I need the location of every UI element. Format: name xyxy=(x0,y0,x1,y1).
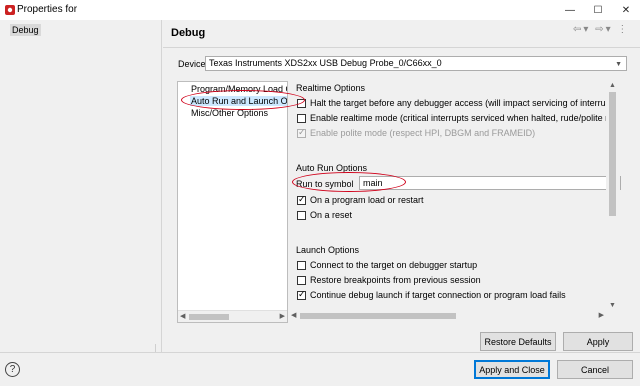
device-value: Texas Instruments XDS2xx USB Debug Probe… xyxy=(209,58,442,68)
category-tree: Program/Memory Load O Auto Run and Launc… xyxy=(177,81,288,323)
scroll-right-icon[interactable]: ▶ xyxy=(280,312,285,320)
window-title: Properties for xyxy=(17,4,78,15)
connect-on-startup-option[interactable]: Connect to the target on debugger startu… xyxy=(297,260,477,270)
options-panel: Realtime Options Halt the target before … xyxy=(289,81,621,323)
option-label: Enable realtime mode (critical interrupt… xyxy=(310,113,618,123)
options-horizontal-scrollbar[interactable]: ◀ ▶ xyxy=(289,310,606,322)
checkbox xyxy=(297,127,306,138)
checkbox[interactable] xyxy=(297,194,306,205)
device-select[interactable]: Texas Instruments XDS2xx USB Debug Probe… xyxy=(205,56,627,71)
app-icon xyxy=(5,5,15,15)
forward-icon[interactable]: ⇨▾ xyxy=(595,24,612,35)
run-to-symbol-input[interactable]: main xyxy=(359,176,621,190)
page-title: Debug xyxy=(171,27,206,39)
chevron-down-icon: ▼ xyxy=(615,61,622,68)
checkbox[interactable] xyxy=(297,210,306,220)
sidebar xyxy=(0,20,162,352)
tree-item-program-load[interactable]: Program/Memory Load O xyxy=(191,84,287,94)
more-icon[interactable]: ⋮ xyxy=(617,24,629,35)
tree-item-auto-run[interactable]: Auto Run and Launch Op xyxy=(190,96,287,106)
sidebar-resize-handle[interactable] xyxy=(155,344,162,352)
option-label: Enable polite mode (respect HPI, DBGM an… xyxy=(310,128,536,138)
scroll-thumb[interactable] xyxy=(189,314,229,320)
scroll-up-icon[interactable]: ▲ xyxy=(609,82,616,89)
title-bar xyxy=(0,0,640,20)
on-reset-option[interactable]: On a reset xyxy=(297,210,352,220)
cancel-button[interactable]: Cancel xyxy=(557,360,633,379)
tree-item-misc[interactable]: Misc/Other Options xyxy=(191,108,268,118)
maximize-button[interactable]: ☐ xyxy=(584,0,612,20)
scroll-right-icon[interactable]: ▶ xyxy=(599,311,604,319)
polite-mode-option: Enable polite mode (respect HPI, DBGM an… xyxy=(297,127,536,138)
minimize-button[interactable]: — xyxy=(556,0,584,20)
option-label: Connect to the target on debugger startu… xyxy=(310,260,478,270)
realtime-mode-option[interactable]: Enable realtime mode (critical interrupt… xyxy=(297,113,618,123)
page-nav: ⇦▾ ⇨▾ ⋮ xyxy=(573,24,629,35)
tree-horizontal-scrollbar[interactable]: ◀ ▶ xyxy=(178,310,287,322)
checkbox[interactable] xyxy=(297,260,306,270)
restore-breakpoints-option[interactable]: Restore breakpoints from previous sessio… xyxy=(297,275,481,285)
continue-on-failure-option[interactable]: Continue debug launch if target connecti… xyxy=(297,289,566,300)
option-label: Restore breakpoints from previous sessio… xyxy=(310,275,481,285)
option-label: On a program load or restart xyxy=(310,195,424,205)
header-divider xyxy=(163,47,640,48)
sidebar-item-debug[interactable]: Debug xyxy=(10,24,41,36)
options-vertical-scrollbar[interactable]: ▲ ▼ xyxy=(606,81,620,310)
scroll-thumb[interactable] xyxy=(300,313,456,319)
apply-button[interactable]: Apply xyxy=(563,332,633,351)
checkbox[interactable] xyxy=(297,113,306,123)
scroll-left-icon[interactable]: ◀ xyxy=(180,312,185,320)
option-label: Halt the target before any debugger acce… xyxy=(310,98,618,108)
apply-and-close-button[interactable]: Apply and Close xyxy=(474,360,550,379)
back-icon[interactable]: ⇦▾ xyxy=(573,24,590,35)
checkbox[interactable] xyxy=(297,289,306,300)
scroll-thumb[interactable] xyxy=(609,92,616,216)
option-label: On a reset xyxy=(310,210,353,220)
auto-run-options-title: Auto Run Options xyxy=(296,163,368,173)
help-icon[interactable]: ? xyxy=(5,362,20,377)
checkbox[interactable] xyxy=(297,275,306,285)
scroll-down-icon[interactable]: ▼ xyxy=(609,302,616,309)
scroll-left-icon[interactable]: ◀ xyxy=(291,311,296,319)
option-label: Continue debug launch if target connecti… xyxy=(310,290,566,300)
restore-defaults-button[interactable]: Restore Defaults xyxy=(480,332,556,351)
run-to-symbol-label: Run to symbol xyxy=(296,179,354,189)
checkbox[interactable] xyxy=(297,98,306,108)
on-program-load-option[interactable]: On a program load or restart xyxy=(297,194,424,205)
close-button[interactable]: ✕ xyxy=(612,0,640,20)
device-label: Device xyxy=(178,59,206,69)
halt-target-option[interactable]: Halt the target before any debugger acce… xyxy=(297,98,618,108)
launch-options-title: Launch Options xyxy=(296,245,360,255)
realtime-options-title: Realtime Options xyxy=(296,83,366,93)
